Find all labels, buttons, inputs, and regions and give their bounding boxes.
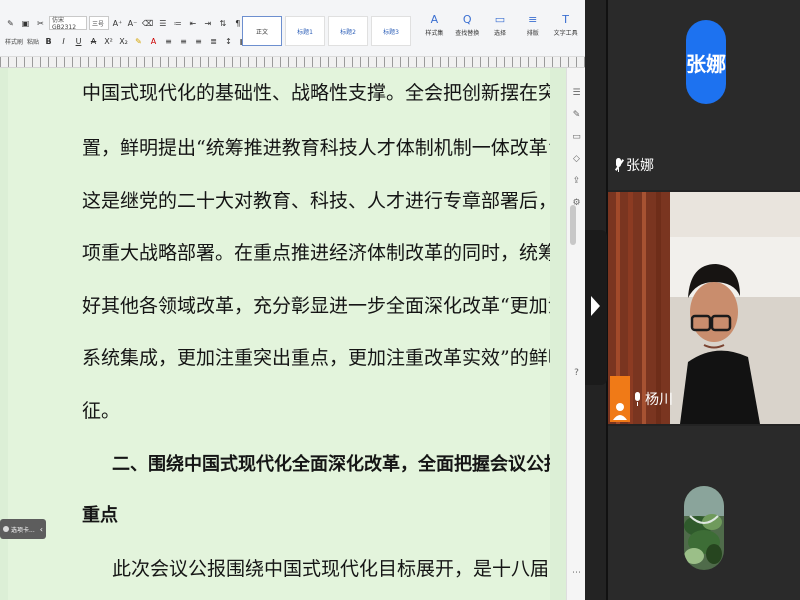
document-page[interactable]: 中国式现代化的基础性、战略性支撑。全会把创新摆在突出位 置，鲜明提出“统筹推进教… <box>8 68 550 600</box>
underline-icon[interactable]: U <box>72 34 85 48</box>
ribbon-row-left-label-1[interactable]: 样式刷 <box>4 34 24 48</box>
participant-name-row: 杨川 <box>610 376 673 422</box>
more-icon[interactable]: ⋯ <box>571 568 582 579</box>
style-heading-3[interactable]: 标题3 <box>371 16 411 46</box>
participant-name: 杨川 <box>645 392 673 408</box>
style-set-button[interactable]: A 样式集 <box>420 12 449 50</box>
ribbon-right-group: A 样式集 Q 查找替换 ▭ 选择 ≡ 排版 T 文字工具 <box>420 12 580 52</box>
paragraph-line: 项重大战略部署。在重点推进经济体制改革的同时，统筹谋划 <box>82 242 550 264</box>
ribbon-row-2: 样式刷 粘贴 B I U A X² X₂ ✎ A ≡ ≡ ≡ ≣ ↕ ▦ ⊞ <box>4 32 265 50</box>
bold-icon[interactable]: B <box>42 34 55 48</box>
subscript-icon[interactable]: X₂ <box>117 34 130 48</box>
pill-label: 选项卡... <box>11 526 35 534</box>
layout-label: 排版 <box>526 30 539 37</box>
paragraph-line: 置，鲜明提出“统筹推进教育科技人才体制机制一体改革”， <box>82 137 550 159</box>
pill-dot-icon <box>3 526 9 532</box>
paragraph-line: 中国式现代化的基础性、战略性支撑。全会把创新摆在突出位 <box>82 82 550 104</box>
layout-icon: ≡ <box>528 13 538 26</box>
floating-option-pill[interactable]: 选项卡... ‹ <box>0 519 46 539</box>
font-name-select[interactable]: 仿宋GB2312 <box>49 16 87 31</box>
section-heading: 二、围绕中国式现代化全面深化改革，全面把握会议公报 <box>112 454 550 475</box>
app-root: ✎ ▣ ✂ 仿宋GB2312 三号 A⁺ A⁻ ⌫ ☰ ≔ ⇤ ⇥ ⇅ ¶ 样式… <box>0 0 800 600</box>
text-tools-icon: T <box>562 13 569 26</box>
font-color-icon[interactable]: A <box>147 34 160 48</box>
share-icon[interactable]: ⇪ <box>571 176 582 187</box>
align-left-icon[interactable]: ≡ <box>162 34 175 48</box>
plant-photo-avatar <box>684 486 724 570</box>
paragraph-line: 系统集成，更加注重突出重点，更加注重改革实效”的鲜明特 <box>82 347 550 369</box>
ribbon-row-left-label-2[interactable]: 粘贴 <box>26 34 40 48</box>
highlight-icon[interactable]: ✎ <box>132 34 145 48</box>
select-icon: ▭ <box>494 13 506 26</box>
style-heading-2[interactable]: 标题2 <box>328 16 368 46</box>
avatar: 张娜 <box>686 20 726 104</box>
align-right-icon[interactable]: ≡ <box>192 34 205 48</box>
mic-icon <box>633 392 642 406</box>
style-set-icon: A <box>430 13 439 26</box>
find-replace-button[interactable]: Q 查找替换 <box>453 12 482 50</box>
text-tools-button[interactable]: T 文字工具 <box>551 12 580 50</box>
horizontal-ruler[interactable] <box>0 57 585 68</box>
align-center-icon[interactable]: ≡ <box>177 34 190 48</box>
grow-font-icon[interactable]: A⁺ <box>111 16 124 30</box>
word-processor: ✎ ▣ ✂ 仿宋GB2312 三号 A⁺ A⁻ ⌫ ☰ ≔ ⇤ ⇥ ⇅ ¶ 样式… <box>0 0 586 600</box>
participant-name-row: 张娜 <box>614 155 654 175</box>
paragraph-line: 征。 <box>82 400 121 422</box>
font-size-select[interactable]: 三号 <box>89 16 109 30</box>
comment-icon[interactable]: ▭ <box>571 132 582 143</box>
shape-icon[interactable]: ◇ <box>571 154 582 165</box>
avatar <box>684 486 724 570</box>
paragraph-line: 这是继党的二十大对教育、科技、人才进行专章部署后，又一 <box>82 190 550 212</box>
style-heading-1[interactable]: 标题1 <box>285 16 325 46</box>
style-gallery: 正文 标题1 标题2 标题3 <box>242 16 420 46</box>
select-button[interactable]: ▭ 选择 <box>486 12 515 50</box>
right-side-toolbar: ☰ ✎ ▭ ◇ ⇪ ⚙ ? ⋯ <box>566 68 586 600</box>
bullet-list-icon[interactable]: ☰ <box>156 16 169 30</box>
style-normal[interactable]: 正文 <box>242 16 282 46</box>
edit-pen-icon[interactable]: ✎ <box>571 110 582 121</box>
paragraph-line: 此次会议公报围绕中国式现代化目标展开，是十八届三中 <box>112 558 550 580</box>
search-icon: Q <box>462 13 472 26</box>
text-tools-label: 文字工具 <box>553 30 578 37</box>
paste-icon[interactable]: ▣ <box>19 16 32 30</box>
ribbon-row-1: ✎ ▣ ✂ 仿宋GB2312 三号 A⁺ A⁻ ⌫ ☰ ≔ ⇤ ⇥ ⇅ ¶ <box>4 14 244 32</box>
nav-pane-icon[interactable]: ☰ <box>571 88 582 99</box>
help-icon[interactable]: ? <box>571 368 582 379</box>
format-painter-icon[interactable]: ✎ <box>4 16 17 30</box>
chevron-left-icon[interactable]: ‹ <box>40 525 43 534</box>
indent-increase-icon[interactable]: ⇥ <box>201 16 214 30</box>
collapse-panel-tab[interactable] <box>585 230 607 385</box>
shrink-font-icon[interactable]: A⁻ <box>126 16 139 30</box>
play-arrow-icon <box>591 296 600 316</box>
mic-muted-icon <box>614 158 625 172</box>
sort-icon[interactable]: ⇅ <box>216 16 229 30</box>
participant-name: 张娜 <box>626 158 654 174</box>
number-list-icon[interactable]: ≔ <box>171 16 184 30</box>
find-replace-label: 查找替换 <box>455 30 480 37</box>
indent-decrease-icon[interactable]: ⇤ <box>186 16 199 30</box>
style-set-label: 样式集 <box>425 30 444 37</box>
person-icon <box>613 403 627 420</box>
italic-icon[interactable]: I <box>57 34 70 48</box>
select-label: 选择 <box>493 30 506 37</box>
strikethrough-icon[interactable]: A <box>87 34 100 48</box>
paragraph-line: 好其他各领域改革，充分彰显进一步全面深化改革“更加注重 <box>82 295 550 317</box>
line-spacing-icon[interactable]: ↕ <box>222 34 235 48</box>
layout-button[interactable]: ≡ 排版 <box>518 12 547 50</box>
superscript-icon[interactable]: X² <box>102 34 115 48</box>
vertical-scrollbar-thumb[interactable] <box>570 205 576 245</box>
ribbon-toolbar: ✎ ▣ ✂ 仿宋GB2312 三号 A⁺ A⁻ ⌫ ☰ ≔ ⇤ ⇥ ⇅ ¶ 样式… <box>0 0 585 57</box>
user-icon <box>610 376 630 422</box>
clear-format-icon[interactable]: ⌫ <box>141 16 154 30</box>
section-heading-continued: 重点 <box>82 505 118 526</box>
cut-icon[interactable]: ✂ <box>34 16 47 30</box>
justify-icon[interactable]: ≣ <box>207 34 220 48</box>
